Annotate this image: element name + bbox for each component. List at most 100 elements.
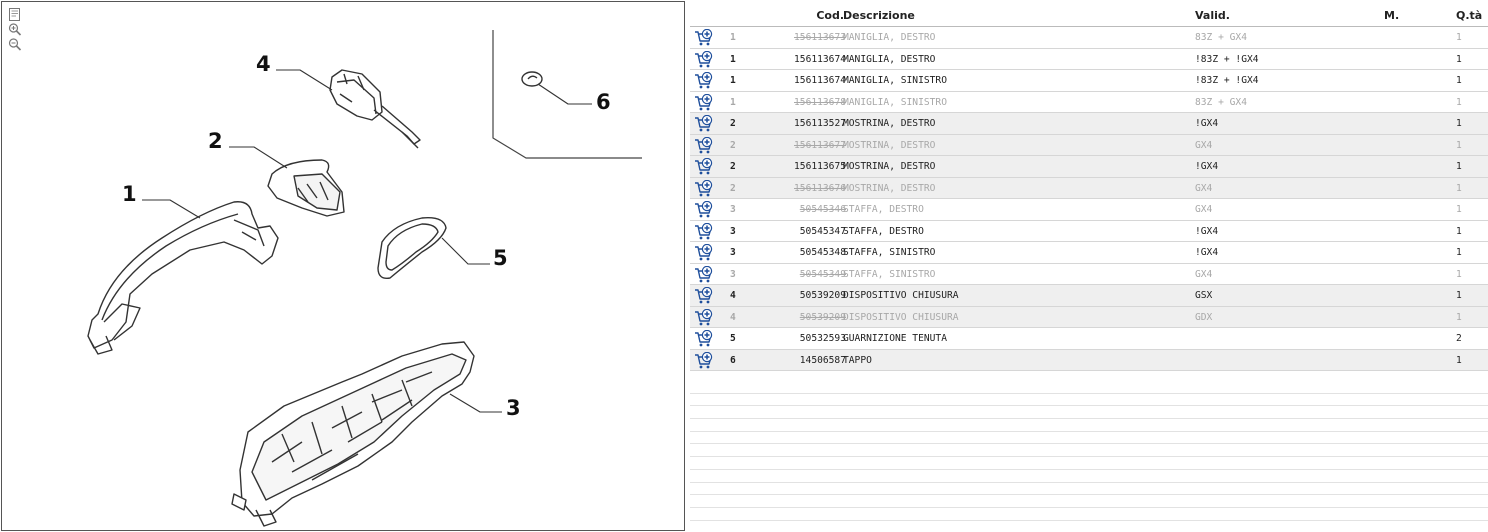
add-to-cart-icon[interactable] (694, 93, 714, 112)
empty-row (690, 470, 1488, 483)
description-cell: MOSTRINA, DESTRO (843, 182, 936, 194)
code-cell[interactable]: 156113675 (794, 161, 846, 172)
table-row[interactable]: 2 156113677 MOSTRINA, DESTRO GX4 1 (690, 134, 1488, 156)
callout-4[interactable]: 4 (256, 54, 271, 75)
position-cell: 3 (730, 247, 736, 258)
add-to-cart-icon[interactable] (694, 71, 714, 90)
table-row[interactable]: 4 50539209 DISPOSITIVO CHIUSURA GSX 1 (690, 285, 1488, 307)
empty-row (690, 444, 1488, 458)
callout-1[interactable]: 1 (122, 184, 137, 205)
add-to-cart-icon[interactable] (694, 351, 714, 370)
code-cell[interactable]: 50545348 (800, 247, 846, 258)
quantity-cell: 1 (1456, 268, 1462, 280)
part-2-cover (267, 159, 345, 217)
description-cell: MANIGLIA, DESTRO (843, 32, 936, 43)
validity-cell: !GX4 (1195, 247, 1219, 258)
description-cell: GUARNIZIONE TENUTA (843, 333, 947, 344)
header-m[interactable]: M. (1384, 9, 1399, 22)
position-cell: 4 (730, 290, 736, 301)
position-cell: 1 (730, 53, 736, 65)
table-row[interactable]: 6 14506587 TAPPO 1 (690, 349, 1488, 371)
part-3-bracket (231, 341, 475, 527)
add-to-cart-icon[interactable] (694, 200, 714, 219)
code-cell[interactable]: 156113673 (794, 32, 846, 43)
code-cell[interactable]: 50545349 (800, 269, 846, 280)
table-row[interactable]: 3 50545348 STAFFA, SINISTRO !GX4 1 (690, 242, 1488, 264)
position-cell: 5 (730, 333, 736, 344)
quantity-cell: 1 (1456, 204, 1462, 215)
validity-cell: 83Z + GX4 (1195, 96, 1247, 108)
empty-row (690, 381, 1488, 394)
add-to-cart-icon[interactable] (694, 329, 714, 348)
add-to-cart-icon[interactable] (694, 308, 714, 327)
quantity-cell: 1 (1456, 75, 1462, 86)
validity-cell: GDX (1195, 311, 1213, 323)
code-cell[interactable]: 156113674 (794, 54, 846, 65)
empty-row (690, 419, 1488, 432)
table-row[interactable]: 1 156113673 MANIGLIA, DESTRO 83Z + GX4 1 (690, 27, 1488, 49)
quantity-cell: 1 (1456, 139, 1462, 151)
add-to-cart-icon[interactable] (694, 50, 714, 69)
callout-2[interactable]: 2 (208, 131, 223, 152)
quantity-cell: 2 (1456, 333, 1462, 344)
table-row[interactable]: 1 156113674 MANIGLIA, SINISTRO !83Z + !GX4 1 (690, 70, 1488, 92)
add-to-cart-icon[interactable] (694, 222, 714, 241)
parts-table: Cod. Descrizione Valid. M. Q.tà 1 1561136… (690, 0, 1488, 532)
table-row[interactable]: 3 50545347 STAFFA, DESTRO !GX4 1 (690, 221, 1488, 242)
empty-row (690, 483, 1488, 496)
quantity-cell: 1 (1456, 225, 1462, 237)
header-code[interactable]: Cod. (816, 9, 844, 22)
header-qty[interactable]: Q.tà (1456, 9, 1482, 22)
add-to-cart-icon[interactable] (694, 28, 714, 47)
callout-5[interactable]: 5 (493, 248, 508, 269)
quantity-cell: 1 (1456, 290, 1462, 301)
add-to-cart-icon[interactable] (694, 114, 714, 133)
add-to-cart-icon[interactable] (694, 265, 714, 284)
position-cell: 6 (730, 354, 736, 366)
description-cell: MANIGLIA, DESTRO (843, 53, 936, 65)
description-cell: MOSTRINA, DESTRO (843, 161, 936, 172)
table-row[interactable]: 1 156113674 MANIGLIA, DESTRO !83Z + !GX4 1 (690, 49, 1488, 70)
add-to-cart-icon[interactable] (694, 136, 714, 155)
callout-6[interactable]: 6 (596, 92, 611, 113)
callout-3[interactable]: 3 (506, 398, 521, 419)
code-cell[interactable]: 14506587 (800, 355, 846, 366)
table-row[interactable]: 2 156113527 MOSTRINA, DESTRO !GX4 1 (690, 113, 1488, 135)
table-row[interactable]: 4 50539209 DISPOSITIVO CHIUSURA GDX 1 (690, 306, 1488, 328)
description-cell: DISPOSITIVO CHIUSURA (843, 290, 959, 301)
code-cell[interactable]: 50539209 (800, 290, 846, 301)
quantity-cell: 1 (1456, 354, 1462, 366)
position-cell: 3 (730, 225, 736, 237)
empty-row (690, 495, 1488, 508)
quantity-cell: 1 (1456, 32, 1462, 43)
quantity-cell: 1 (1456, 53, 1462, 65)
code-cell[interactable]: 156113677 (794, 140, 846, 151)
code-cell[interactable]: 50545347 (800, 226, 846, 237)
code-cell[interactable]: 156113674 (794, 75, 846, 86)
table-row[interactable]: 3 50545349 STAFFA, SINISTRO GX4 1 (690, 264, 1488, 285)
table-body: 1 156113673 MANIGLIA, DESTRO 83Z + GX4 1 1 156… (690, 27, 1488, 371)
table-row[interactable]: 2 156113675 MOSTRINA, DESTRO !GX4 1 (690, 156, 1488, 178)
description-cell: STAFFA, SINISTRO (843, 247, 936, 258)
add-to-cart-icon[interactable] (694, 157, 714, 176)
add-to-cart-icon[interactable] (694, 243, 714, 262)
table-row[interactable]: 1 156113678 MANIGLIA, SINISTRO 83Z + GX4 1 (690, 92, 1488, 113)
code-cell[interactable]: 156113527 (794, 118, 846, 129)
empty-row (690, 406, 1488, 420)
code-cell[interactable]: 50539209 (800, 312, 846, 323)
table-row[interactable]: 5 50532593 GUARNIZIONE TENUTA 2 (690, 328, 1488, 350)
position-cell: 3 (730, 268, 736, 280)
code-cell[interactable]: 50545346 (800, 204, 846, 215)
code-cell[interactable]: 50532593 (800, 333, 846, 344)
validity-cell: !GX4 (1195, 225, 1219, 237)
exploded-diagram[interactable]: 4 2 1 6 5 3 (1, 1, 685, 531)
header-valid[interactable]: Valid. (1195, 9, 1230, 22)
header-description[interactable]: Descrizione (843, 9, 915, 22)
table-row[interactable]: 2 156113676 MOSTRINA, DESTRO GX4 1 (690, 177, 1488, 199)
code-cell[interactable]: 156113676 (794, 183, 846, 194)
code-cell[interactable]: 156113678 (794, 97, 846, 108)
table-row[interactable]: 3 50545346 STAFFA, DESTRO GX4 1 (690, 199, 1488, 221)
add-to-cart-icon[interactable] (694, 179, 714, 198)
add-to-cart-icon[interactable] (694, 286, 714, 305)
validity-cell: !GX4 (1195, 118, 1219, 129)
